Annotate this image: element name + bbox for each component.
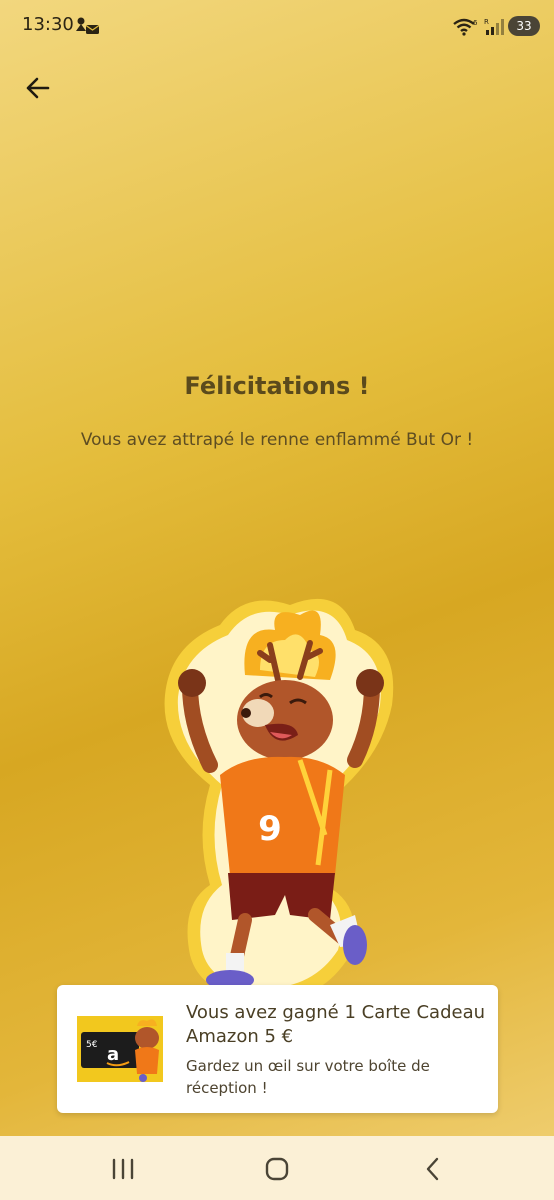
back-button[interactable] xyxy=(20,72,56,104)
page-title: Félicitations ! xyxy=(184,372,370,400)
recent-apps-button[interactable] xyxy=(103,1154,143,1184)
reward-title: Vous avez gagné 1 Carte Cadeau Amazon 5 … xyxy=(186,1002,486,1047)
svg-text:R: R xyxy=(484,18,489,26)
back-nav-button[interactable] xyxy=(413,1154,453,1184)
reindeer-mascot-sticker: 9 xyxy=(164,598,394,1001)
recent-apps-icon xyxy=(112,1158,134,1180)
home-icon xyxy=(265,1157,289,1181)
amazon-logo-icon: a xyxy=(107,1044,119,1065)
back-nav-icon xyxy=(426,1157,439,1181)
signal-icon: R xyxy=(484,18,504,35)
arrow-left-icon xyxy=(26,77,50,99)
status-bar: 13:30 6 R 33 xyxy=(0,0,554,52)
battery-icon: 33 xyxy=(508,16,540,36)
status-time: 13:30 xyxy=(22,14,74,35)
amazon-gift-card-image: 5€ a xyxy=(77,1016,163,1082)
wifi-icon: 6 xyxy=(453,18,478,36)
svg-text:6: 6 xyxy=(473,19,478,27)
page-subtitle: Vous avez attrapé le renne enflammé But … xyxy=(80,430,474,450)
navigation-bar xyxy=(0,1136,554,1200)
reward-subtitle: Gardez un œil sur votre boîte de récepti… xyxy=(186,1057,430,1097)
notification-icons xyxy=(76,17,100,34)
reward-card: 5€ a Vous avez gagné 1 Carte Cadeau Amaz… xyxy=(57,985,498,1113)
jersey-number: 9 xyxy=(258,809,282,849)
gift-card-amount: 5€ xyxy=(86,1040,98,1050)
home-button[interactable] xyxy=(257,1154,297,1184)
